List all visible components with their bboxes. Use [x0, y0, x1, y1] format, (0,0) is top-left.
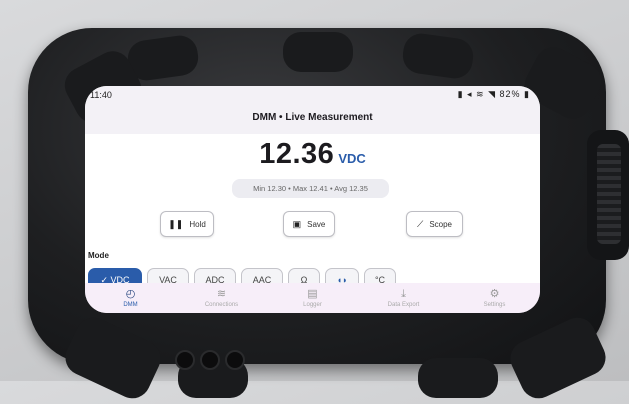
wifi-icon: ≋: [216, 287, 227, 300]
scope-label: Scope: [429, 219, 452, 229]
hold-button[interactable]: ❚❚ Hold: [160, 211, 214, 237]
page-title: DMM • Live Measurement: [252, 112, 373, 123]
mode-label: Mode: [88, 251, 109, 260]
trend-icon: ⟋: [417, 218, 424, 229]
nav-settings[interactable]: ⚙ Settings: [449, 283, 540, 313]
bottom-nav: ◴ DMM ≋ Connections ▤ Logger ⤓ Data Expo…: [85, 283, 540, 313]
side-grip: [587, 130, 629, 260]
battery-icon: ▮: [524, 89, 530, 99]
reading-unit: VDC: [338, 151, 366, 166]
nav-connections[interactable]: ≋ Connections: [176, 283, 267, 313]
floppy-icon: ▣: [292, 218, 302, 229]
case-bumper: [400, 31, 476, 81]
nav-logger[interactable]: ▤ Logger: [267, 283, 358, 313]
save-label: Save: [307, 219, 326, 229]
case-bumper: [504, 311, 612, 404]
case-bumper: [418, 358, 498, 398]
list-icon: ▤: [307, 287, 318, 300]
download-icon: ⤓: [401, 287, 406, 300]
scope-button[interactable]: ⟋ Scope: [406, 211, 463, 237]
probe-port: [200, 350, 220, 370]
nav-data-export[interactable]: ⤓ Data Export: [358, 283, 449, 313]
pause-icon: ❚❚: [168, 218, 184, 229]
signal-icon: ▮ ◂ ≋ ◥: [457, 89, 496, 99]
status-bar: 11:40 ▮ ◂ ≋ ◥ 82% ▮: [85, 86, 540, 104]
case-bumper: [283, 32, 353, 72]
status-time: 11:40: [90, 90, 112, 100]
save-button[interactable]: ▣ Save: [283, 211, 335, 237]
nav-dmm[interactable]: ◴ DMM: [85, 283, 176, 313]
probe-port: [175, 350, 195, 370]
reading-stats: Min 12.30 • Max 12.41 • Avg 12.35: [232, 179, 389, 198]
app-bar: 11:40 ▮ ◂ ≋ ◥ 82% ▮ DMM • Live Measureme…: [85, 86, 540, 134]
probe-port: [225, 350, 245, 370]
case-bumper: [59, 311, 167, 404]
hold-label: Hold: [189, 219, 206, 229]
gauge-icon: ◴: [125, 287, 136, 300]
gear-icon: ⚙: [489, 287, 500, 300]
reading-value: 12.36: [259, 138, 335, 170]
device-screen: 11:40 ▮ ◂ ≋ ◥ 82% ▮ DMM • Live Measureme…: [85, 86, 540, 313]
status-icons: ▮ ◂ ≋ ◥ 82% ▮: [458, 89, 530, 100]
reading-display: 12.36 VDC: [85, 138, 540, 171]
battery-percent: 82%: [499, 89, 521, 99]
